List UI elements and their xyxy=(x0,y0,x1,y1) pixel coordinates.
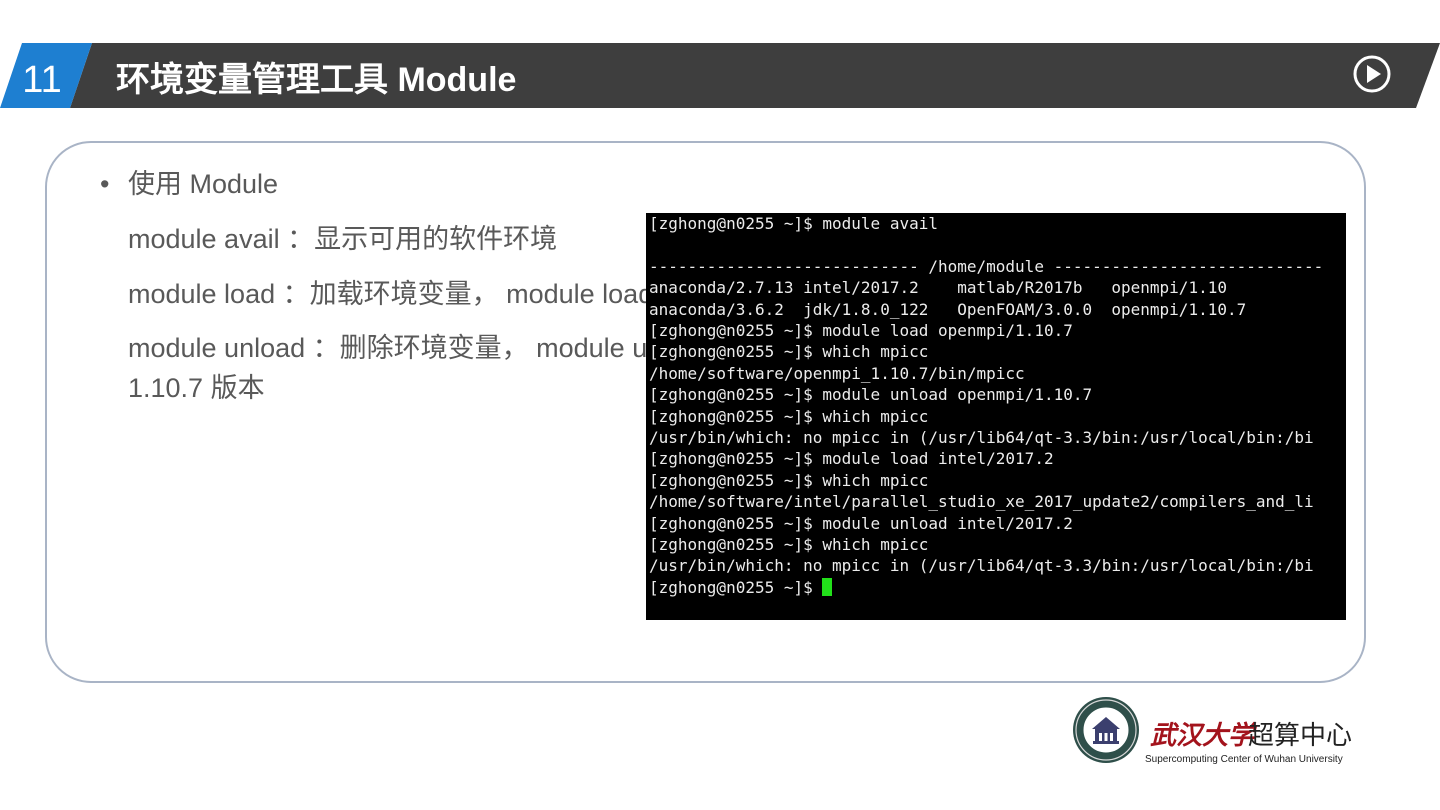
terminal-line: /usr/bin/which: no mpicc in (/usr/lib64/… xyxy=(649,556,1314,576)
command-line: module avail ：显示可用的软件环境 xyxy=(128,224,558,254)
slide-title: 环境变量管理工具 Module xyxy=(116,61,517,99)
bullet-item: • 使用 Module xyxy=(100,164,278,204)
command-line: 1.10.7 版本 xyxy=(128,373,265,403)
terminal-line: anaconda/2.7.13 intel/2017.2 matlab/R201… xyxy=(649,278,1227,298)
center-name: 超算中心 xyxy=(1248,721,1353,751)
command-line: module load ：加载环境变量， module load openmpi… xyxy=(128,279,660,309)
terminal-line: [zghong@n0255 ~]$ module avail xyxy=(649,214,938,233)
bullet-text: 使用 Module xyxy=(128,169,279,199)
terminal-line: [zghong@n0255 ~]$ which mpicc xyxy=(649,342,929,362)
terminal-cursor xyxy=(822,577,833,596)
terminal-line: [zghong@n0255 ~]$ which mpicc xyxy=(649,406,929,426)
terminal-line: /usr/bin/which: no mpicc in (/usr/lib64/… xyxy=(649,428,1314,447)
terminal-line: [zghong@n0255 ~]$ module unload openmpi/… xyxy=(649,385,1093,405)
bullet-icon: • xyxy=(100,169,110,199)
terminal-prompt-line: [zghong@n0255 ~]$ xyxy=(649,577,833,598)
command-line: module unload ：删除环境变量， module unload ope… xyxy=(128,333,660,363)
university-seal-icon xyxy=(1073,697,1139,763)
terminal-line: [zghong@n0255 ~]$ module load openmpi/1.… xyxy=(649,321,1073,340)
terminal-line: [zghong@n0255 ~]$ module load intel/2017… xyxy=(649,449,1054,469)
terminal-line: [zghong@n0255 ~]$ which mpicc xyxy=(649,470,929,490)
center-name-english: Supercomputing Center of Wuhan Universit… xyxy=(1145,754,1343,765)
terminal-line: /home/software/openmpi_1.10.7/bin/mpicc xyxy=(649,363,1025,383)
play-icon[interactable] xyxy=(1353,55,1391,93)
text-block: • 使用 Module module avail ：显示可用的软件环境 modul… xyxy=(100,164,660,424)
slide-number: 11 xyxy=(22,59,62,101)
terminal-line: ---------------------------- /home/modul… xyxy=(649,256,1324,276)
terminal-line: [zghong@n0255 ~]$ module unload intel/20… xyxy=(649,513,1073,533)
terminal-screenshot: [zghong@n0255 ~]$ module avail ---------… xyxy=(646,213,1346,620)
terminal-line: anaconda/3.6.2 jdk/1.8.0_122 OpenFOAM/3.… xyxy=(649,299,1247,319)
terminal-line: [zghong@n0255 ~]$ which mpicc xyxy=(649,535,929,554)
university-name-calligraphy: 武汉大学 xyxy=(1150,721,1255,751)
terminal-prompt: [zghong@n0255 ~]$ xyxy=(649,577,823,597)
terminal-line: /home/software/intel/parallel_studio_xe_… xyxy=(649,492,1314,512)
